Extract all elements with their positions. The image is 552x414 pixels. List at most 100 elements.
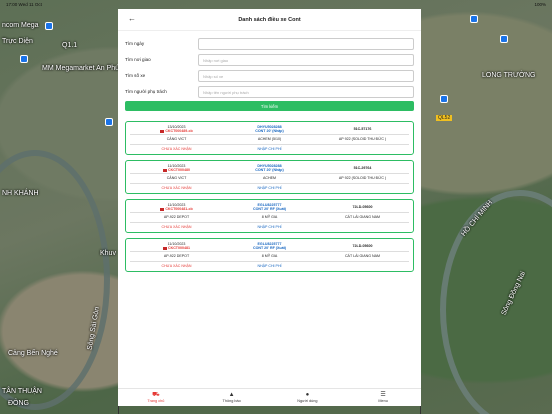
river	[440, 190, 552, 414]
bottom-nav: ⛟ Trang chủ ▲ Thông báo ● Người dùng ☰ M…	[118, 388, 421, 406]
page-title: Danh sách điều xe Cont	[238, 16, 301, 23]
dispatch-list-panel: ← Danh sách điều xe Cont Tìm ngày Tìm nơ…	[118, 9, 421, 406]
order-date-code: 11/10/2023 CKCT000481	[130, 242, 223, 251]
order-booking: EGLU8225777 CONT 20' RF (Xuất)	[223, 203, 316, 212]
container-type: CONT 20' (Nhập)	[255, 168, 284, 172]
route-via: 8 MỸ GIA	[261, 254, 278, 259]
tab-label: Trang chủ	[147, 399, 165, 403]
route-from: CẢNG VICT	[166, 137, 187, 142]
bell-icon: ▲	[228, 392, 235, 398]
map-label: TÂN THUẬN	[2, 388, 42, 395]
order-row-top: 11/10/2023 CKCT000481 EGLU8225777 CONT 20'…	[130, 241, 409, 251]
user-icon: ●	[305, 392, 310, 398]
search-row-person: Tìm người phụ trách Nhập tên người phụ t…	[125, 85, 414, 98]
status-badge: CHƯA XÁC NHẬN	[161, 264, 192, 269]
enter-cost-link[interactable]: NHẬP CHI PHÍ	[223, 186, 316, 190]
booking-number: EGLU8225777	[257, 241, 282, 246]
tab-label: Người dùng	[297, 399, 318, 403]
container-icon	[160, 207, 165, 211]
order-code: CKCT000481	[168, 246, 190, 250]
order-row-route: AP-922 DEPOT 8 MỸ GIA CÁT LÁI GIANG NAM	[130, 212, 409, 222]
menu-icon: ☰	[380, 392, 386, 398]
order-date-code: 11/10/2023 CKCT000480	[130, 164, 223, 173]
map-label: LONG TRƯỜNG	[482, 72, 536, 79]
map-pin[interactable]	[440, 95, 448, 103]
vehicle-plate: 72LD-05600	[352, 243, 373, 248]
status-badge: CHƯA XÁC NHẬN	[161, 225, 192, 230]
order-code: CKCT000489-cb	[165, 129, 193, 133]
order-card[interactable]: 13/10/2023 CKCT000489-cb DHYU5028288 CONT …	[125, 121, 414, 155]
booking-number: DHYU5028288	[257, 124, 282, 129]
vehicle-plate: 51C-57176	[353, 126, 372, 131]
delivery-input[interactable]: Nhập nơi giao	[198, 53, 414, 66]
tab-menu[interactable]: ☰ Menu	[345, 389, 421, 406]
vehicle-plate: 51C-29764	[353, 165, 372, 170]
order-code: CKCT000480	[168, 168, 190, 172]
route-from: CẢNG VICT	[166, 176, 187, 181]
route-to: CÁT LÁI GIANG NAM	[344, 215, 381, 220]
order-row-actions: CHƯA XÁC NHẬN NHẬP CHI PHÍ	[130, 222, 409, 232]
date-input[interactable]	[198, 37, 414, 50]
map-pin[interactable]	[105, 118, 113, 126]
route-via: ACHEM	[263, 176, 276, 181]
order-card[interactable]: 11/10/2023 CKCT000481 EGLU8225777 CONT 20'…	[125, 238, 414, 272]
map-label: ĐÔNG	[8, 400, 29, 407]
vehicle-input[interactable]: Nhập số xe	[198, 69, 414, 82]
route-from: AP-922 DEPOT	[163, 254, 190, 259]
tab-label: Menu	[378, 399, 388, 403]
container-type: CONT 20' (Nhập)	[255, 129, 284, 133]
order-row-route: CẢNG VICT ACHEM AP 922 (SOLOID THU ĐỨC )	[130, 173, 409, 183]
booking-number: DHYU5028288	[257, 163, 282, 168]
map-label: MM Megamarket An Phú	[42, 65, 120, 72]
back-arrow-icon[interactable]: ←	[128, 14, 136, 23]
order-card[interactable]: 11/10/2023 CKCT000480 DHYU5028288 CONT 20'…	[125, 160, 414, 194]
tab-home[interactable]: ⛟ Trang chủ	[118, 389, 194, 406]
order-card[interactable]: 11/10/2023 CKCT000481-cb EGLU8225777 CONT …	[125, 199, 414, 233]
route-via: ACHEM (5/10)	[257, 137, 282, 142]
search-button[interactable]: Tìm kiếm	[125, 101, 414, 111]
order-row-top: 13/10/2023 CKCT000489-cb DHYU5028288 CONT …	[130, 124, 409, 134]
map-pin[interactable]	[500, 35, 508, 43]
vehicle-label: Tìm số xe	[125, 73, 146, 78]
map-label: QL52	[436, 115, 453, 121]
tab-label: Thông báo	[222, 399, 241, 403]
search-row-delivery: Tìm nơi giao Nhập nơi giao	[125, 53, 414, 66]
status-bar: 17:00 Wed 11 Oct 100%	[0, 0, 552, 9]
route-via: 8 MỸ GIA	[261, 215, 278, 220]
delivery-label: Tìm nơi giao	[125, 57, 151, 62]
container-icon	[163, 168, 167, 172]
status-badge: CHƯA XÁC NHẬN	[161, 147, 192, 152]
status-battery: 100%	[534, 2, 546, 7]
order-booking: EGLU8225777 CONT 20' RF (Xuất)	[223, 242, 316, 251]
order-date: 11/10/2023	[167, 241, 186, 246]
container-icon	[160, 129, 165, 133]
order-date: 13/10/2023	[167, 124, 186, 129]
map-pin[interactable]	[20, 55, 28, 63]
order-row-route: CẢNG VICT ACHEM (5/10) AP 922 (SOLOID TH…	[130, 134, 409, 144]
person-input[interactable]: Nhập tên người phụ trách	[198, 85, 414, 98]
order-row-actions: CHƯA XÁC NHẬN NHẬP CHI PHÍ	[130, 144, 409, 154]
route-from: AP-922 DEPOT	[163, 215, 190, 220]
map-pin[interactable]	[45, 22, 53, 30]
map-label: ncom Mega	[2, 22, 39, 29]
person-label: Tìm người phụ trách	[125, 89, 167, 94]
enter-cost-link[interactable]: NHẬP CHI PHÍ	[223, 147, 316, 151]
tab-user[interactable]: ● Người dùng	[270, 389, 346, 406]
map-pin[interactable]	[470, 15, 478, 23]
route-to: AP 922 (SOLOID THU ĐỨC )	[338, 176, 387, 181]
date-label: Tìm ngày	[125, 41, 145, 46]
order-row-top: 11/10/2023 CKCT000480 DHYU5028288 CONT 20'…	[130, 163, 409, 173]
route-to: CÁT LÁI GIANG NAM	[344, 254, 381, 259]
search-row-vehicle: Tìm số xe Nhập số xe	[125, 69, 414, 82]
map-label: NH KHÁNH	[2, 190, 39, 197]
tab-notifications[interactable]: ▲ Thông báo	[194, 389, 270, 406]
status-time: 17:00 Wed 11 Oct	[6, 2, 42, 7]
map-label: Trực Diện	[2, 38, 33, 45]
order-row-route: AP-922 DEPOT 8 MỸ GIA CÁT LÁI GIANG NAM	[130, 251, 409, 261]
container-type: CONT 20' RF (Xuất)	[252, 207, 286, 211]
enter-cost-link[interactable]: NHẬP CHI PHÍ	[223, 264, 316, 268]
river	[0, 150, 110, 410]
enter-cost-link[interactable]: NHẬP CHI PHÍ	[223, 225, 316, 229]
order-booking: DHYU5028288 CONT 20' (Nhập)	[223, 164, 316, 173]
order-date-code: 11/10/2023 CKCT000481-cb	[130, 203, 223, 212]
